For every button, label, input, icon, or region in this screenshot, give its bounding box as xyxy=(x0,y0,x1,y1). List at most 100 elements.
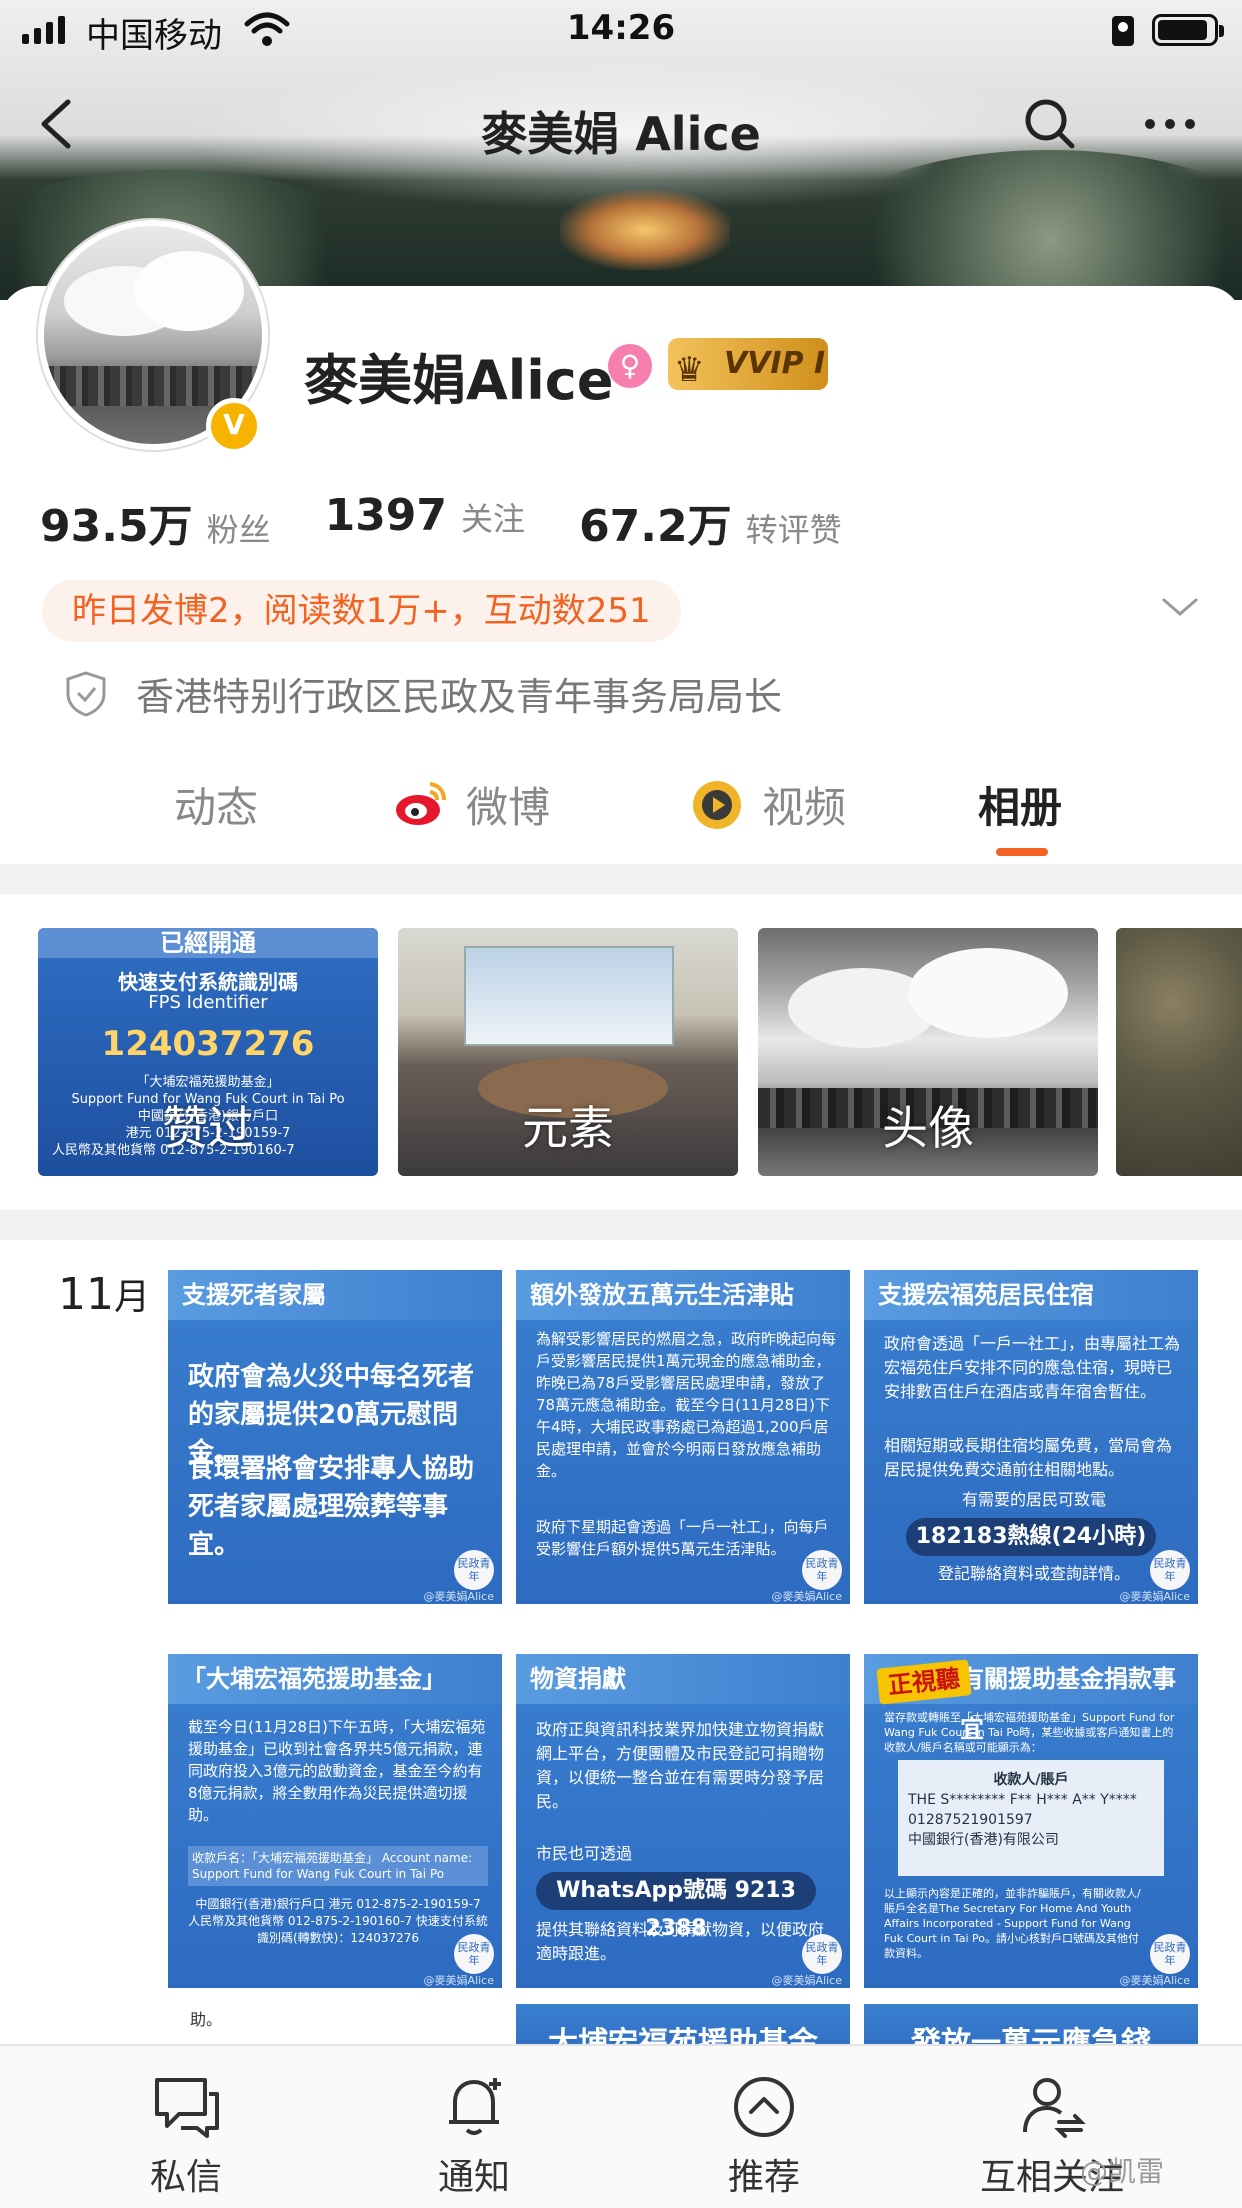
photo-post-card[interactable]: 支援死者家屬 政府會為火災中每名死者的家屬提供20萬元慰問金。 食環署將會安排專… xyxy=(168,1270,502,1604)
shield-icon xyxy=(66,670,106,717)
profile-name: 麥美娟Alice xyxy=(304,349,614,412)
post-text: 收款戶名：「大埔宏福苑援助基金」 Account name: Support F… xyxy=(188,1846,488,1886)
month-number: 11 xyxy=(58,1269,114,1320)
verification-text: 香港特别行政区民政及青年事务局局长 xyxy=(136,675,783,719)
photo-post-card[interactable]: 有關援助基金捐款事宜 正視聽 當存款或轉賬至「大埔宏福苑援助基金」Support… xyxy=(864,1654,1198,1988)
tab-video[interactable]: 视频 xyxy=(690,774,846,835)
album-label: 元素 xyxy=(522,1101,614,1155)
album-strip: 已經開通 快速支付系統識別碼 FPS Identifier 124037276 … xyxy=(0,928,1242,1178)
photo-post-card[interactable]: 支援宏福苑居民住宿 政府會透過「一戶一社工」，由專屬社工為宏福苑住戶安排不同的應… xyxy=(864,1270,1198,1604)
post-text: 提供其聯絡資料及可捐獻物資，以便政府適時跟進。 xyxy=(536,1920,825,1963)
battery-icon xyxy=(1152,14,1224,46)
department-seal-icon: 民政青年 xyxy=(1150,1934,1190,1974)
bottom-label: 通知 xyxy=(437,2157,510,2198)
department-seal-icon: 民政青年 xyxy=(802,1550,842,1590)
panel-line: 中國銀行(香港)有限公司 xyxy=(908,1832,1059,1848)
album-card-line: 快速支付系統識別碼 xyxy=(118,970,298,994)
photo-post-card[interactable]: 物資捐獻 政府正與資訊科技業界加快建立物資捐獻網上平台，方便團體及市民登記可捐贈… xyxy=(516,1654,850,1988)
search-icon[interactable] xyxy=(1022,96,1078,152)
tab-label: 相册 xyxy=(978,783,1063,832)
stat-likes[interactable]: 67.2万 转评赞 xyxy=(579,490,842,554)
tab-label: 微博 xyxy=(466,783,551,832)
clock: 14:26 xyxy=(566,8,676,48)
profile-tabs: 动态 微博 视频 相册 xyxy=(0,760,1242,860)
vvip-badge[interactable]: ♛ VVIP I xyxy=(668,338,828,390)
panel-line: THE S******** F** H*** A** Y**** xyxy=(908,1792,1137,1808)
whatsapp-pill: WhatsApp號碼 9213 2388 xyxy=(536,1872,816,1941)
stat-number: 1397 xyxy=(324,490,448,541)
department-seal-icon: 民政青年 xyxy=(802,1934,842,1974)
post-text: 食環署將會安排專人協助死者家屬處理殮葬等事宜。 xyxy=(188,1454,475,1560)
section-divider xyxy=(0,1210,1242,1240)
hotline-pill: 182183熱線(24小時) xyxy=(906,1518,1156,1556)
tab-feed[interactable]: 动态 xyxy=(174,774,258,835)
recommend-icon xyxy=(734,2077,794,2137)
album-more[interactable] xyxy=(1116,928,1242,1176)
watermark: @麥美娟Alice xyxy=(423,1974,494,1987)
account-panel: 收款人/賬戶 THE S******** F** H*** A** Y**** … xyxy=(898,1760,1164,1876)
album-elements[interactable]: 元素 xyxy=(398,928,738,1176)
post-title: 支援死者家屬 xyxy=(168,1270,502,1320)
bell-icon xyxy=(449,2078,501,2135)
image-credit-watermark: @凯雷 xyxy=(1080,2155,1165,2188)
section-divider xyxy=(0,864,1242,894)
album-label: 头像 xyxy=(882,1101,974,1155)
mutual-follow-icon xyxy=(1023,2078,1086,2138)
album-card-header: 已經開通 xyxy=(38,928,378,958)
post-text: 政府下星期起會透過「一戶一社工」，向每戶受影響住戶額外提供5萬元生活津貼。 xyxy=(536,1518,829,1558)
stat-number: 93.5万 xyxy=(40,501,193,552)
stat-following[interactable]: 1397 关注 xyxy=(325,490,525,554)
stat-label: 关注 xyxy=(461,500,526,538)
detail-line: 「大埔宏福苑援助基金」 xyxy=(136,1075,280,1090)
bottom-action-bar: 私信 通知 推荐 互相关注 xyxy=(0,2044,1242,2208)
weibo-profile-screen: 中国移动 14:26 麥美娟 Alice V 麥美娟Alice ♀ ♛ VVIP … xyxy=(0,0,1242,2208)
post-text: 政府正與資訊科技業界加快建立物資捐獻網上平台，方便團體及市民登記可捐贈物資，以便… xyxy=(536,1720,825,1811)
crown-icon: ♛ xyxy=(674,350,705,390)
verification-info: 香港特别行政区民政及青年事务局局长 xyxy=(64,666,782,721)
stat-number: 67.2万 xyxy=(579,501,732,552)
stat-followers[interactable]: 93.5万 粉丝 xyxy=(40,490,271,554)
album-liked[interactable]: 已經開通 快速支付系統識別碼 FPS Identifier 124037276 … xyxy=(38,928,378,1176)
post-title: 支援宏福苑居民住宿 xyxy=(864,1270,1198,1320)
female-gender-icon: ♀ xyxy=(608,344,652,388)
month-label: 11月 xyxy=(58,1268,150,1320)
message-button[interactable]: 私信 xyxy=(86,2072,286,2200)
panel-line: 01287521901597 xyxy=(908,1812,1033,1828)
watermark: @麥美娟Alice xyxy=(771,1974,842,1987)
post-text: 當存款或轉賬至「大埔宏福苑援助基金」Support Fund for Wang … xyxy=(884,1711,1175,1754)
more-options-icon[interactable] xyxy=(1140,96,1200,152)
recommend-button[interactable]: 推荐 xyxy=(664,2072,864,2200)
post-title: 「大埔宏福苑援助基金」 xyxy=(168,1654,502,1704)
photo-post-card[interactable]: 額外發放五萬元生活津貼 為解受影響居民的燃眉之急，政府昨晚起向每戶受影響居民提供… xyxy=(516,1270,850,1604)
post-text: 相關短期或長期住宿均屬免費，當局會為居民提供免費交通前往相關地點。 xyxy=(884,1436,1173,1479)
vvip-label: VVIP I xyxy=(724,346,826,381)
message-icon xyxy=(155,2078,219,2138)
post-text: 截至今日(11月28日)下午五時，「大埔宏福苑援助基金」已收到社會各界共5億元捐… xyxy=(188,1718,486,1824)
panel-line: 收款人/賬戶 xyxy=(993,1772,1069,1788)
weibo-icon xyxy=(396,781,446,825)
post-text: 中國銀行(香港)銀行戶口 港元 012-875-2-190159-7 人民幣及其… xyxy=(188,1897,488,1945)
chevron-down-icon[interactable] xyxy=(1160,592,1200,622)
album-card-line: FPS Identifier xyxy=(148,992,268,1013)
watermark: @麥美娟Alice xyxy=(1119,1974,1190,1987)
notify-button[interactable]: 通知 xyxy=(374,2072,574,2200)
photo-post-card[interactable]: 「大埔宏福苑援助基金」 截至今日(11月28日)下午五時，「大埔宏福苑援助基金」… xyxy=(168,1654,502,1988)
department-seal-icon: 民政青年 xyxy=(454,1550,494,1590)
stat-label: 转评赞 xyxy=(745,511,842,549)
status-bar: 中国移动 14:26 xyxy=(0,0,1242,60)
tab-weibo[interactable]: 微博 xyxy=(394,774,550,835)
activity-highlight[interactable]: 昨日发博2，阅读数1万+，互动数251 xyxy=(42,580,681,642)
post-text: 市民也可透過 xyxy=(536,1844,633,1863)
post-text: 以上顯示內容是正確的，並非詐騙賬戶，有關收款人/賬戶全名是The Secreta… xyxy=(884,1887,1141,1960)
watermark: @麥美娟Alice xyxy=(423,1590,494,1603)
tab-album[interactable]: 相册 xyxy=(978,774,1062,835)
watermark: @麥美娟Alice xyxy=(771,1590,842,1603)
album-avatar[interactable]: 头像 xyxy=(758,928,1098,1176)
album-card-number: 124037276 xyxy=(101,1024,315,1064)
department-seal-icon: 民政青年 xyxy=(454,1934,494,1974)
profile-stats: 93.5万 粉丝 1397 关注 67.2万 转评赞 xyxy=(40,490,896,554)
bottom-label: 私信 xyxy=(149,2157,222,2198)
post-text: 有需要的居民可致電 xyxy=(961,1490,1106,1509)
watermark: @麥美娟Alice xyxy=(1119,1590,1190,1603)
bottom-label: 推荐 xyxy=(727,2157,800,2198)
